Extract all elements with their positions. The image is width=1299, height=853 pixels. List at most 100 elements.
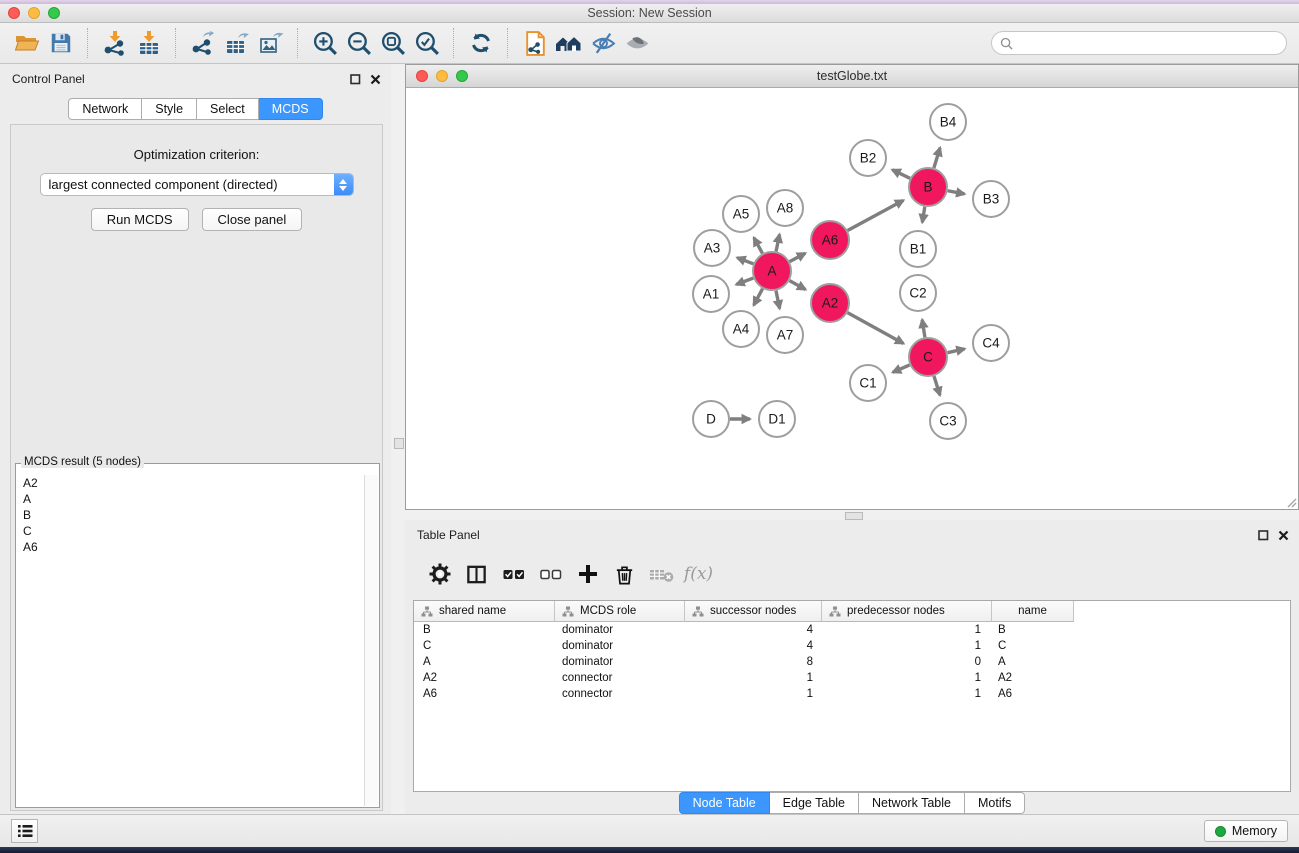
column-header-shared-name[interactable]: shared name [414,601,555,622]
tab-node-table[interactable]: Node Table [679,792,770,814]
search-field[interactable] [991,31,1287,55]
graph-node-B[interactable]: B [909,168,947,206]
graph-edge-A-A4[interactable] [754,289,763,306]
run-mcds-button[interactable]: Run MCDS [91,208,189,231]
zoom-fit-button[interactable] [376,27,410,59]
network-minimize-button[interactable] [436,70,448,82]
graph-node-A4[interactable]: A4 [723,311,759,347]
result-item[interactable]: A6 [17,539,365,555]
graph-edge-B-B2[interactable] [892,170,910,179]
export-image-button[interactable] [254,27,288,59]
tab-network[interactable]: Network [68,98,142,120]
graph-node-D[interactable]: D [693,401,729,437]
column-header-predecessor-nodes[interactable]: predecessor nodes [822,601,992,622]
apply-layout-button[interactable] [464,27,498,59]
memory-button[interactable]: Memory [1204,820,1288,842]
float-panel-icon[interactable] [350,74,361,85]
graph-node-A2[interactable]: A2 [811,284,849,322]
graph-edge-A-A3[interactable] [737,258,753,264]
graph-edge-C-C4[interactable] [948,349,965,353]
optimization-criterion-select[interactable]: largest connected component (directed) [40,173,354,196]
tab-motifs[interactable]: Motifs [965,792,1025,814]
export-network-button[interactable] [186,27,220,59]
delete-columns-button[interactable] [606,558,643,590]
resize-grip-icon[interactable] [1285,496,1297,508]
graph-edge-A6-B[interactable] [848,200,904,230]
graph-edge-B-B4[interactable] [934,148,940,168]
table-row[interactable]: A6connector11A6 [414,686,1290,702]
close-panel-icon[interactable] [370,74,381,85]
first-neighbors-button[interactable] [552,27,586,59]
table-row[interactable]: Cdominator41C [414,638,1290,654]
column-header-name[interactable]: name [992,601,1074,622]
zoom-selected-button[interactable] [410,27,444,59]
graph-edge-A-A2[interactable] [790,281,806,290]
show-column-button[interactable] [458,558,495,590]
tab-select[interactable]: Select [197,98,259,120]
graph-node-A[interactable]: A [753,252,791,290]
import-table-button[interactable] [132,27,166,59]
graph-edge-A2-C[interactable] [848,313,904,344]
network-zoom-button[interactable] [456,70,468,82]
graph-edge-A-A8[interactable] [776,234,780,251]
graph-node-C[interactable]: C [909,338,947,376]
import-network-button[interactable] [98,27,132,59]
splitter-handle[interactable] [394,438,404,449]
result-item[interactable]: A2 [17,475,365,491]
graph-node-C1[interactable]: C1 [850,365,886,401]
select-all-columns-button[interactable] [495,558,532,590]
vertical-splitter[interactable] [391,64,405,814]
zoom-window-button[interactable] [48,7,60,19]
minimize-window-button[interactable] [28,7,40,19]
graph-node-A1[interactable]: A1 [693,276,729,312]
hide-selected-button[interactable] [586,27,620,59]
graph-node-A8[interactable]: A8 [767,190,803,226]
zoom-out-button[interactable] [342,27,376,59]
network-canvas[interactable]: AA1A2A3A4A5A6A7A8BB1B2B3B4CC1C2C3C4DD1 [406,88,1298,509]
tab-network-table[interactable]: Network Table [859,792,965,814]
open-session-button[interactable] [10,27,44,59]
export-table-button[interactable] [220,27,254,59]
delete-table-button[interactable] [643,558,680,590]
tab-edge-table[interactable]: Edge Table [770,792,859,814]
table-row[interactable]: A2connector11A2 [414,670,1290,686]
graph-edge-B-B1[interactable] [922,207,925,223]
create-column-button[interactable] [569,558,606,590]
result-item[interactable]: A [17,491,365,507]
graph-node-C3[interactable]: C3 [930,403,966,439]
graph-node-B3[interactable]: B3 [973,181,1009,217]
graph-edge-C-C1[interactable] [893,365,910,372]
unselect-all-columns-button[interactable] [532,558,569,590]
column-header-successor-nodes[interactable]: successor nodes [685,601,822,622]
search-input[interactable] [1018,35,1278,51]
network-window-titlebar[interactable]: testGlobe.txt [406,65,1298,88]
table-row[interactable]: Bdominator41B [414,622,1290,638]
new-network-from-selection-button[interactable] [518,27,552,59]
save-session-button[interactable] [44,27,78,59]
graph-node-A6[interactable]: A6 [811,221,849,259]
graph-edge-A-A5[interactable] [754,238,763,254]
table-row[interactable]: Adominator80A [414,654,1290,670]
show-all-button[interactable] [620,27,654,59]
graph-node-C4[interactable]: C4 [973,325,1009,361]
network-graph[interactable]: AA1A2A3A4A5A6A7A8BB1B2B3B4CC1C2C3C4DD1 [406,88,1298,508]
graph-node-B2[interactable]: B2 [850,140,886,176]
graph-node-A7[interactable]: A7 [767,317,803,353]
graph-edge-C-C2[interactable] [922,320,925,338]
graph-node-B1[interactable]: B1 [900,231,936,267]
graph-node-A5[interactable]: A5 [723,196,759,232]
close-panel-icon[interactable] [1278,530,1289,541]
horizontal-splitter[interactable] [405,510,1299,520]
graph-edge-B-B3[interactable] [948,191,965,194]
mcds-result-list[interactable]: A2ABCA6 [17,475,365,806]
zoom-in-button[interactable] [308,27,342,59]
result-list-scrollbar[interactable] [364,475,378,806]
network-close-button[interactable] [416,70,428,82]
graph-edge-A-A1[interactable] [736,278,753,284]
graph-edge-A-A6[interactable] [790,253,806,261]
close-window-button[interactable] [8,7,20,19]
graph-node-B4[interactable]: B4 [930,104,966,140]
float-panel-icon[interactable] [1258,530,1269,541]
tab-style[interactable]: Style [142,98,197,120]
splitter-handle[interactable] [845,512,863,520]
